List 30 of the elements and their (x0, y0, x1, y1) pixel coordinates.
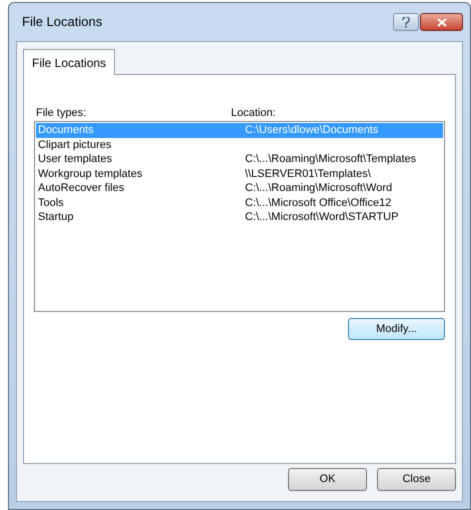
tab[interactable]: File Locations (23, 49, 116, 75)
list-row[interactable]: User templates C:\...\Roaming\Microsoft\Templates (36, 152, 443, 166)
close-icon (436, 18, 446, 26)
help-button[interactable] (393, 13, 419, 31)
close-button[interactable] (420, 13, 463, 31)
column-header: Location: (231, 106, 276, 121)
dialog-button[interactable]: OK (288, 468, 367, 491)
location-text: \\LSERVER01\Templates\ (245, 166, 371, 181)
file-type-text: Documents (37, 123, 95, 138)
file-type-text: Tools (37, 196, 65, 210)
file-type-text: AutoRecover files (37, 181, 126, 196)
location-text: C:\...\Roaming\Microsoft\Word (245, 181, 392, 196)
question-mark-icon (402, 16, 410, 28)
location-text: C:\Users\dlowe\Documents (245, 123, 378, 138)
dialog-button[interactable]: Close (377, 468, 456, 491)
location-text: C:\...\Microsoft Office\Office12 (245, 196, 392, 210)
file-type-text: Workgroup templates (37, 166, 144, 181)
modify-button[interactable]: Modify... (348, 318, 445, 340)
file-type-text: Startup (37, 210, 74, 224)
location-text: C:\...\Roaming\Microsoft\Templates (245, 152, 416, 166)
list-row[interactable]: Tools C:\...\Microsoft Office\Office12 (36, 196, 443, 210)
window-title: File Locations (22, 13, 104, 32)
list-row[interactable]: Workgroup templates \\LSERVER01\Templates\ (36, 166, 443, 181)
list-row[interactable]: Clipart pictures (36, 138, 443, 152)
column-header: File types: (35, 106, 88, 121)
location-text: C:\...\Microsoft\Word\STARTUP (245, 210, 398, 224)
list-row[interactable]: AutoRecover files C:\...\Roaming\Microsoft\Word (36, 181, 443, 196)
file-type-text: Clipart pictures (37, 138, 112, 152)
file-type-text: User templates (37, 152, 113, 166)
list-row[interactable]: Startup C:\...\Microsoft\Word\STARTUP (36, 210, 443, 224)
